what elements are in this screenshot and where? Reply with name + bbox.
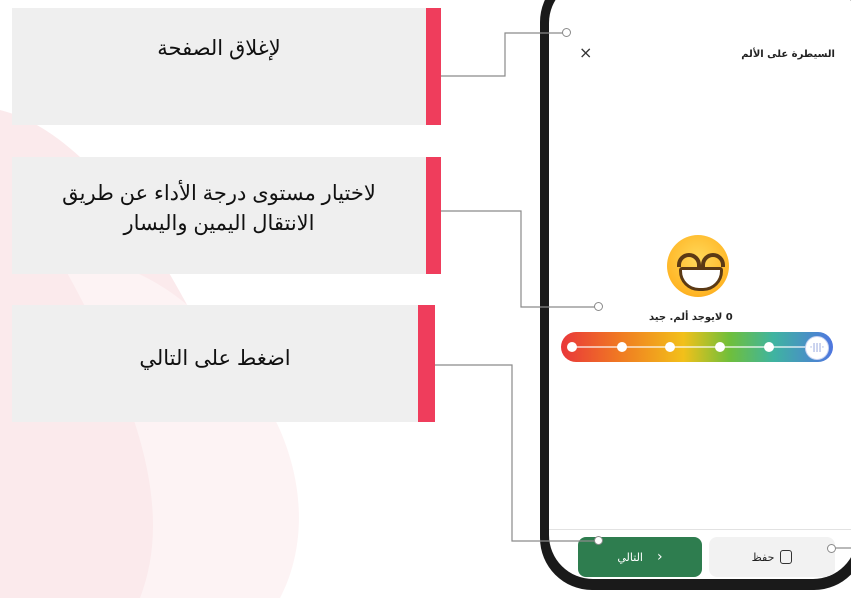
- marker-circle: [827, 544, 836, 553]
- marker-circle: [594, 302, 603, 311]
- marker-circle: [594, 536, 603, 545]
- marker-circle: [562, 28, 571, 37]
- leader-line-close: [441, 32, 566, 77]
- leader-lines: [435, 32, 851, 549]
- leader-line-next: [435, 364, 596, 542]
- leader-line-slider: [441, 210, 596, 308]
